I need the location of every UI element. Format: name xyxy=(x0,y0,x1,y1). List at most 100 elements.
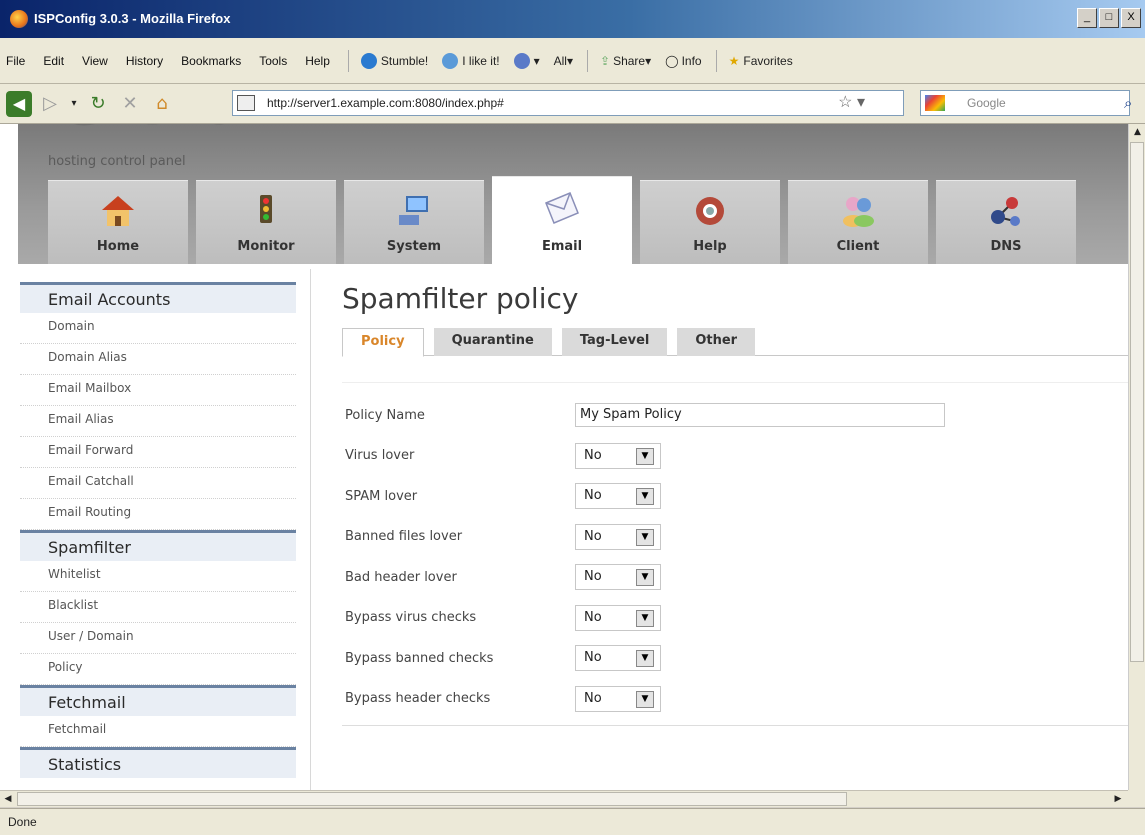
select-value: No xyxy=(584,690,602,706)
search-input[interactable]: Google xyxy=(920,90,1130,116)
dropdown-arrow-icon[interactable]: ▼ xyxy=(636,609,654,627)
tab-other[interactable]: Other xyxy=(677,328,756,356)
module-label: Home xyxy=(96,239,140,254)
all-dropdown[interactable]: All ▾ xyxy=(554,54,573,68)
sidebar-item-fetchmail[interactable]: Fetchmail xyxy=(20,716,296,747)
menu-view[interactable]: View xyxy=(82,54,108,68)
thumbs-down-button[interactable]: ▾ xyxy=(513,52,540,69)
dropdown-arrow-icon[interactable]: ▼ xyxy=(636,650,654,668)
logo-fragment-icon xyxy=(74,124,224,126)
computer-icon xyxy=(399,196,428,225)
scroll-right-arrow-icon[interactable]: ▶ xyxy=(1110,791,1126,807)
page-title: Spamfilter policy xyxy=(342,282,579,315)
sidebar-divider xyxy=(310,269,311,790)
bookmark-star-icon[interactable]: ☆ ▾ xyxy=(838,91,865,115)
forward-button[interactable]: ▷ xyxy=(36,91,64,117)
address-bar[interactable]: http://server1.example.com:8080/index.ph… xyxy=(232,90,904,116)
form-row-bypass-header-checks: Bypass header checks No ▼ xyxy=(342,679,1128,720)
menu-history[interactable]: History xyxy=(126,54,163,68)
sidebar-section-fetchmail: Fetchmail xyxy=(20,685,296,716)
scroll-left-arrow-icon[interactable]: ◀ xyxy=(0,791,16,807)
menu-help[interactable]: Help xyxy=(305,54,330,68)
module-tab-monitor[interactable]: Monitor xyxy=(196,180,336,264)
sidebar-item-domain[interactable]: Domain xyxy=(20,313,296,344)
scroll-up-arrow-icon[interactable]: ▲ xyxy=(1129,124,1145,141)
stumble-button[interactable]: Stumble! xyxy=(360,52,428,69)
favorites-button[interactable]: ★ Favorites xyxy=(729,54,793,68)
info-label: Info xyxy=(681,53,702,68)
maximize-button[interactable]: □ xyxy=(1099,8,1119,28)
policy-tabs: Policy Quarantine Tag-Level Other xyxy=(342,328,1128,357)
sidebar-section-spamfilter: Spamfilter xyxy=(20,530,296,561)
reload-icon[interactable]: ↻ xyxy=(84,91,112,117)
status-text: Done xyxy=(8,815,37,829)
horizontal-scrollbar[interactable]: ◀ ▶ xyxy=(0,790,1128,807)
menu-file[interactable]: File xyxy=(6,54,25,68)
sidebar-item-email-routing[interactable]: Email Routing xyxy=(20,499,296,530)
vertical-scroll-thumb[interactable] xyxy=(1130,142,1144,662)
module-tab-client[interactable]: Client xyxy=(788,180,928,264)
history-dropdown-icon[interactable]: ▾ xyxy=(68,91,80,117)
sidebar-item-blacklist[interactable]: Blacklist xyxy=(20,592,296,623)
sidebar-item-email-mailbox[interactable]: Email Mailbox xyxy=(20,375,296,406)
i-like-it-button[interactable]: I like it! xyxy=(442,52,500,69)
module-tab-home[interactable]: Home xyxy=(48,180,188,264)
bad-header-lover-select[interactable]: No ▼ xyxy=(575,564,661,591)
sidebar-section-statistics: Statistics xyxy=(20,747,296,778)
select-value: No xyxy=(584,447,602,463)
dropdown-arrow-icon[interactable]: ▼ xyxy=(636,447,654,465)
sidebar-item-email-forward[interactable]: Email Forward xyxy=(20,437,296,468)
favorites-label: Favorites xyxy=(743,53,793,68)
virus-lover-select[interactable]: No ▼ xyxy=(575,442,661,469)
tab-quarantine[interactable]: Quarantine xyxy=(433,328,552,356)
dropdown-arrow-icon[interactable]: ▼ xyxy=(636,488,654,506)
tab-policy[interactable]: Policy xyxy=(342,328,424,357)
menu-bookmarks[interactable]: Bookmarks xyxy=(181,54,241,68)
url-text: http://server1.example.com:8080/index.ph… xyxy=(267,96,504,110)
dropdown-arrow-icon[interactable]: ▼ xyxy=(636,528,654,546)
traffic-light-icon xyxy=(260,195,272,223)
info-button[interactable]: ◯ Info xyxy=(665,54,701,68)
firefox-icon xyxy=(10,10,28,28)
sidebar-item-email-alias[interactable]: Email Alias xyxy=(20,406,296,437)
banned-files-lover-select[interactable]: No ▼ xyxy=(575,523,661,550)
menu-edit[interactable]: Edit xyxy=(43,54,64,68)
sidebar-item-whitelist[interactable]: Whitelist xyxy=(20,561,296,592)
dropdown-arrow-icon[interactable]: ▼ xyxy=(636,690,654,708)
minimize-button[interactable]: _ xyxy=(1077,8,1097,28)
share-label: Share xyxy=(613,53,646,68)
spam-lover-select[interactable]: No ▼ xyxy=(575,483,661,510)
menu-tools[interactable]: Tools xyxy=(259,54,287,68)
sidebar-item-policy[interactable]: Policy xyxy=(20,654,296,685)
module-tab-email[interactable]: Email xyxy=(492,176,632,264)
horizontal-scroll-thumb[interactable] xyxy=(17,792,847,806)
google-search-engine-icon[interactable] xyxy=(925,95,945,111)
tab-tag-level[interactable]: Tag-Level xyxy=(561,328,668,356)
bypass-virus-checks-select[interactable]: No ▼ xyxy=(575,604,661,631)
i-like-it-label: I like it! xyxy=(462,53,500,68)
stop-icon[interactable]: ✕ xyxy=(116,91,144,117)
select-value: No xyxy=(584,488,602,504)
site-identity-icon[interactable] xyxy=(237,95,255,111)
star-icon: ★ xyxy=(728,53,740,68)
dropdown-arrow-icon[interactable]: ▼ xyxy=(636,569,654,587)
close-button[interactable]: X xyxy=(1121,8,1141,28)
select-value: No xyxy=(584,569,602,585)
sidebar-item-email-catchall[interactable]: Email Catchall xyxy=(20,468,296,499)
module-label: Email xyxy=(541,239,583,254)
module-tab-dns[interactable]: DNS xyxy=(936,180,1076,264)
vertical-scrollbar[interactable]: ▲ xyxy=(1128,124,1145,790)
module-tab-help[interactable]: Help xyxy=(640,180,780,264)
bypass-header-checks-select[interactable]: No ▼ xyxy=(575,685,661,712)
sidebar-item-domain-alias[interactable]: Domain Alias xyxy=(20,344,296,375)
back-button[interactable]: ◀ xyxy=(6,90,32,117)
sidebar-item-user-domain[interactable]: User / Domain xyxy=(20,623,296,654)
home-icon[interactable]: ⌂ xyxy=(148,91,176,117)
search-magnifier-icon[interactable]: ⌕ xyxy=(1124,94,1132,112)
sidebar-section-email-accounts: Email Accounts xyxy=(20,282,296,313)
share-button[interactable]: ⇪ Share ▾ xyxy=(600,54,651,68)
bypass-banned-checks-select[interactable]: No ▼ xyxy=(575,645,661,672)
module-tab-system[interactable]: System xyxy=(344,180,484,264)
ispconfig-logo xyxy=(48,124,248,151)
policy-name-input[interactable]: My Spam Policy xyxy=(575,403,945,428)
